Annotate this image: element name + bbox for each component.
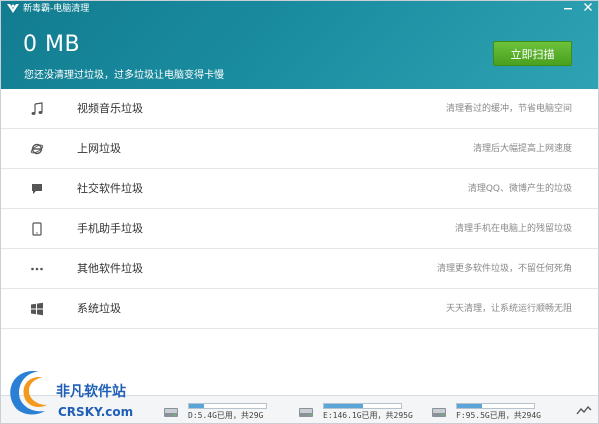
drive-usage-bar bbox=[323, 403, 402, 409]
category-desc: 清理看过的缓冲，节省电脑空间 bbox=[445, 104, 572, 114]
drive-usage-bar bbox=[456, 403, 535, 409]
category-label: 手机助手垃圾 bbox=[77, 222, 143, 235]
category-label: 上网垃圾 bbox=[77, 142, 121, 155]
close-icon bbox=[584, 3, 592, 11]
trend-chart-icon[interactable] bbox=[576, 404, 592, 416]
chat-bubble-icon bbox=[32, 184, 42, 194]
category-label: 其他软件垃圾 bbox=[77, 262, 143, 275]
hard-drive-icon bbox=[299, 408, 313, 417]
category-row-social[interactable]: 社交软件垃圾 清理QQ、微博产生的垃圾 bbox=[1, 169, 598, 209]
category-desc: 清理QQ、微博产生的垃圾 bbox=[467, 184, 572, 194]
category-row-other[interactable]: 其他软件垃圾 清理更多软件垃圾，不留任何死角 bbox=[1, 249, 598, 289]
category-list: 视频音乐垃圾 清理看过的缓冲，节省电脑空间 上网垃圾 清理后大幅提高上网速度 社… bbox=[1, 89, 598, 329]
category-desc: 清理后大幅提高上网速度 bbox=[472, 144, 572, 154]
phone-icon bbox=[32, 222, 42, 236]
category-row-internet[interactable]: 上网垃圾 清理后大幅提高上网速度 bbox=[1, 129, 598, 169]
minimize-button[interactable] bbox=[561, 2, 575, 14]
windows-icon bbox=[31, 302, 43, 316]
header-panel: 新毒霸-电脑清理 0 MB 您还没清理过垃圾，过多垃圾让电脑变得卡慢 立即扫描 bbox=[1, 1, 598, 89]
category-desc: 清理更多软件垃圾，不留任何死角 bbox=[436, 264, 572, 274]
category-label: 社交软件垃圾 bbox=[77, 182, 143, 195]
window-title: 新毒霸-电脑清理 bbox=[23, 4, 90, 14]
hard-drive-icon bbox=[164, 408, 178, 417]
category-desc: 清理手机在电脑上的残留垃圾 bbox=[454, 224, 572, 234]
hard-drive-icon bbox=[432, 408, 446, 417]
drive-usage-bar bbox=[188, 403, 267, 409]
watermark-subtext: CRSKY.com bbox=[58, 405, 134, 419]
drive-usage-text: F:95.5G已用，共294G bbox=[456, 411, 541, 420]
close-button[interactable] bbox=[581, 2, 595, 14]
category-label: 视频音乐垃圾 bbox=[77, 102, 143, 115]
drive-usage-fill bbox=[457, 404, 482, 408]
junk-size-display: 0 MB bbox=[23, 32, 81, 57]
category-row-video-music[interactable]: 视频音乐垃圾 清理看过的缓冲，节省电脑空间 bbox=[1, 89, 598, 129]
app-window: 新毒霸-电脑清理 0 MB 您还没清理过垃圾，过多垃圾让电脑变得卡慢 立即扫描 … bbox=[0, 0, 599, 424]
drive-usage-fill bbox=[324, 404, 363, 408]
drive-usage-fill bbox=[189, 404, 204, 408]
scan-now-button[interactable]: 立即扫描 bbox=[493, 41, 572, 66]
watermark-text: 非凡软件站 bbox=[56, 384, 126, 400]
duba-logo-icon bbox=[7, 4, 19, 13]
category-label: 系统垃圾 bbox=[77, 302, 121, 315]
more-dots-icon bbox=[31, 267, 43, 271]
category-row-system[interactable]: 系统垃圾 天天清理，让系统运行顺畅无阻 bbox=[1, 289, 598, 329]
category-desc: 天天清理，让系统运行顺畅无阻 bbox=[445, 304, 572, 314]
header-subtitle: 您还没清理过垃圾，过多垃圾让电脑变得卡慢 bbox=[24, 70, 224, 81]
minimize-icon bbox=[564, 8, 572, 10]
drive-usage-text: E:146.1G已用，共295G bbox=[323, 411, 413, 420]
drive-usage-text: D:5.4G已用，共29G bbox=[188, 411, 264, 420]
music-note-icon bbox=[31, 102, 43, 115]
browser-ie-icon bbox=[30, 143, 44, 155]
category-row-phone[interactable]: 手机助手垃圾 清理手机在电脑上的残留垃圾 bbox=[1, 209, 598, 249]
